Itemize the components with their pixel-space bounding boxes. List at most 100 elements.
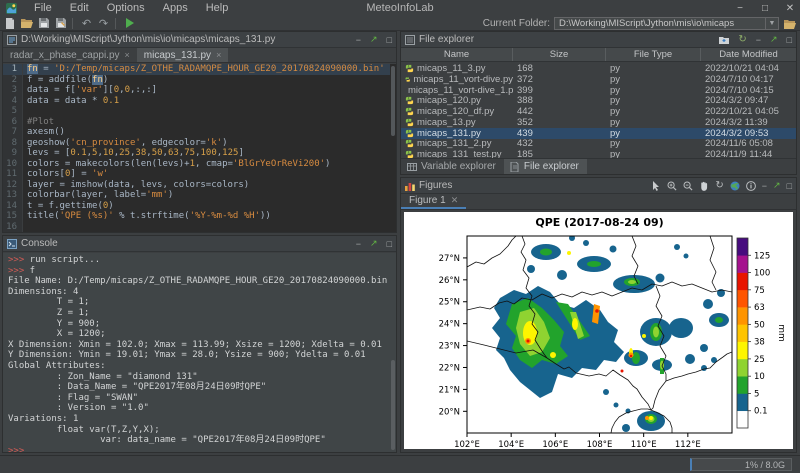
panel-maximize-button[interactable]: □	[787, 181, 792, 191]
window-minimize-button[interactable]: −	[734, 3, 746, 14]
panel-minimize-button[interactable]: −	[762, 181, 767, 191]
browse-folder-button[interactable]	[782, 17, 798, 30]
open-file-button[interactable]	[19, 17, 34, 30]
code-line[interactable]: 16	[3, 222, 396, 233]
full-extent-globe-icon[interactable]	[730, 181, 740, 191]
console-scrollbar[interactable]	[390, 253, 396, 452]
code-line[interactable]: 5	[3, 106, 396, 117]
menu-edit[interactable]: Edit	[61, 2, 98, 14]
svg-text:63: 63	[754, 303, 765, 313]
tab-close-icon[interactable]: ×	[125, 50, 130, 60]
panel-maximize-button[interactable]: □	[787, 35, 792, 45]
undo-button[interactable]: ↶	[79, 17, 94, 30]
script-file-icon	[7, 35, 17, 45]
code-text: levs = [0.1,5,10,25,38,50,63,75,100,125]	[23, 148, 244, 159]
code-line[interactable]: 7axesm()	[3, 127, 396, 138]
tab-micaps-131[interactable]: micaps_131.py ×	[137, 48, 229, 62]
code-editor-area[interactable]: 1fn = 'D:/Temp/micaps/Z_OTHE_RADAMQPE_HO…	[3, 64, 396, 232]
tab-figure-1[interactable]: Figure 1 ✕	[401, 194, 466, 209]
save-button[interactable]	[36, 17, 51, 30]
svg-text:108°E: 108°E	[587, 440, 613, 450]
window-maximize-button[interactable]: □	[759, 3, 771, 14]
code-line[interactable]: 13colorbar(layer, label='mm')	[3, 190, 396, 201]
tab-variable-explorer[interactable]: Variable explorer	[401, 159, 504, 174]
memory-usage-indicator[interactable]: 1% / 8.0G	[690, 458, 792, 471]
code-line[interactable]: 6#Plot	[3, 117, 396, 128]
new-folder-icon[interactable]	[719, 35, 729, 45]
file-row-micaps_13.py[interactable]: micaps_13.py352py2024/3/2 11:39	[401, 117, 796, 128]
menu-file[interactable]: File	[25, 2, 61, 14]
code-line[interactable]: 8geoshow('cn_province', edgecolor='k')	[3, 138, 396, 149]
panel-float-button[interactable]: ↗	[370, 238, 378, 249]
column-header-name[interactable]: Name	[401, 48, 513, 61]
console-output-area[interactable]: >>> run script...>>> fFile Name: D:/Temp…	[3, 253, 396, 452]
svg-text:104°E: 104°E	[498, 440, 524, 450]
new-file-button[interactable]	[2, 17, 17, 30]
run-script-button[interactable]	[122, 17, 137, 30]
file-row-micaps_11_3.py[interactable]: micaps_11_3.py168py2022/10/21 04:04	[401, 63, 796, 74]
panel-maximize-button[interactable]: □	[387, 35, 392, 45]
line-number: 1	[3, 64, 23, 75]
colorbar: 0.15102538506375100125mm	[737, 238, 786, 428]
redo-button[interactable]: ↷	[96, 17, 111, 30]
panel-maximize-button[interactable]: □	[387, 239, 392, 249]
panel-minimize-button[interactable]: −	[356, 239, 361, 249]
zoom-in-icon[interactable]	[667, 181, 677, 191]
console-line: Z = 1;	[8, 308, 396, 319]
code-line[interactable]: 11colors[0] = 'w'	[3, 169, 396, 180]
line-number: 12	[3, 180, 23, 191]
file-table-header: Name Size File Type Date Modified	[401, 48, 796, 62]
file-modified: 2024/3/2 11:39	[701, 117, 796, 128]
panel-float-button[interactable]: ↗	[770, 34, 778, 45]
tab-file-explorer[interactable]: File explorer	[504, 159, 587, 174]
zoom-out-icon[interactable]	[683, 181, 693, 191]
file-row-micaps_11_vort-dive_1.py[interactable]: micaps_11_vort-dive_1.py399py2024/7/10 0…	[401, 85, 796, 96]
python-file-icon	[405, 139, 414, 148]
panel-minimize-button[interactable]: −	[756, 35, 761, 45]
file-row-micaps_120.py[interactable]: micaps_120.py388py2024/3/2 09:47	[401, 95, 796, 106]
code-line[interactable]: 2f = addfile(fn)	[3, 75, 396, 86]
identify-info-icon[interactable]	[746, 181, 756, 191]
pan-hand-icon[interactable]	[699, 181, 709, 191]
code-line[interactable]: 4data = data * 0.1	[3, 96, 396, 107]
file-row-micaps_11_vort-dive.py[interactable]: micaps_11_vort-dive.py372py2024/7/10 04:…	[401, 74, 796, 85]
code-text: f = addfile(fn)	[23, 75, 108, 86]
editor-scrollbar[interactable]	[390, 64, 396, 232]
tab-radar-x-phase-cappi[interactable]: radar_x_phase_cappi.py ×	[3, 48, 137, 62]
code-text: colors = makecolors(len(levs)+1, cmap='B…	[23, 159, 330, 170]
file-row-micaps_131.py[interactable]: micaps_131.py439py2024/3/2 09:53	[401, 128, 796, 139]
console-icon	[7, 239, 17, 249]
select-arrow-icon[interactable]	[651, 181, 661, 191]
column-header-modified[interactable]: Date Modified	[701, 48, 796, 61]
tab-label: File explorer	[524, 161, 579, 172]
code-line[interactable]: 12layer = imshow(data, levs, colors=colo…	[3, 180, 396, 191]
window-close-button[interactable]: ✕	[784, 3, 796, 14]
file-row-micaps_120_df.py[interactable]: micaps_120_df.py442py2022/10/21 04:05	[401, 106, 796, 117]
tab-close-icon[interactable]: ×	[216, 50, 221, 60]
menu-options[interactable]: Options	[98, 2, 154, 14]
column-header-filetype[interactable]: File Type	[606, 48, 701, 61]
refresh-icon[interactable]: ↻	[738, 34, 746, 45]
file-explorer-icon	[405, 35, 415, 45]
chevron-down-icon[interactable]: ▼	[765, 18, 778, 29]
rotate-icon[interactable]: ↻	[715, 180, 723, 191]
panel-minimize-button[interactable]: −	[356, 35, 361, 45]
column-header-size[interactable]: Size	[513, 48, 606, 61]
code-text	[23, 106, 27, 117]
figure-canvas[interactable]: QPE (2017-08-24 09)102°E104°E106°E108°E1…	[404, 212, 793, 449]
code-line[interactable]: 10colors = makecolors(len(levs)+1, cmap=…	[3, 159, 396, 170]
main-toolbar: ↶ ↷ Current Folder: D:\Working\MIScript\…	[0, 16, 800, 31]
code-line[interactable]: 14t = f.gettime(0)	[3, 201, 396, 212]
save-as-button[interactable]	[53, 17, 68, 30]
tab-close-icon[interactable]: ✕	[451, 195, 459, 206]
menu-help[interactable]: Help	[197, 2, 238, 14]
code-line[interactable]: 15title('QPE (%s)' % t.strftime('%Y-%m-%…	[3, 211, 396, 222]
code-line[interactable]: 9levs = [0.1,5,10,25,38,50,63,75,100,125…	[3, 148, 396, 159]
panel-float-button[interactable]: ↗	[773, 180, 781, 191]
panel-float-button[interactable]: ↗	[370, 34, 378, 45]
file-row-micaps_131_2.py[interactable]: micaps_131_2.py432py2024/11/6 05:08	[401, 139, 796, 150]
menu-apps[interactable]: Apps	[154, 2, 197, 14]
code-line[interactable]: 1fn = 'D:/Temp/micaps/Z_OTHE_RADAMQPE_HO…	[3, 64, 396, 75]
current-folder-combobox[interactable]: D:\Working\MIScript\Jython\mis\io\micaps…	[554, 17, 779, 30]
code-line[interactable]: 3data = f['var'][0,0,:,:]	[3, 85, 396, 96]
